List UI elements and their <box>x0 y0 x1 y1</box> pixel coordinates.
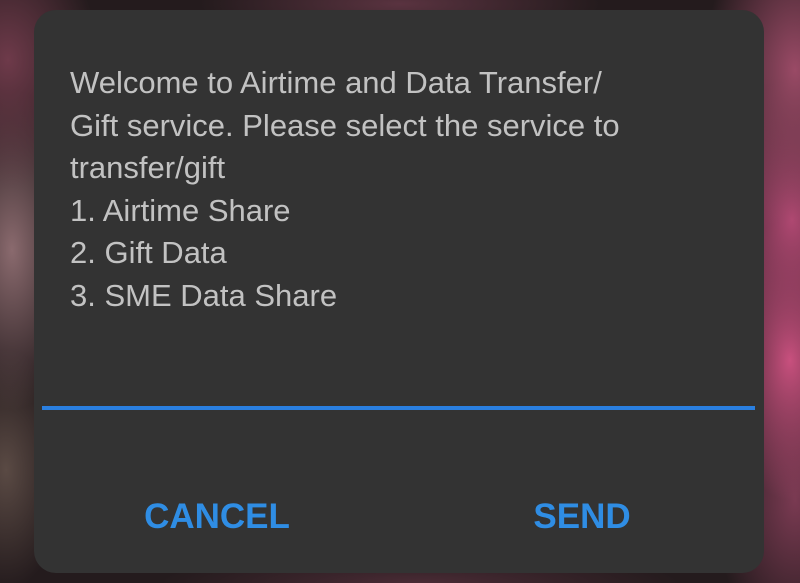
cancel-button[interactable]: CANCEL <box>112 492 322 542</box>
ussd-dialog: Welcome to Airtime and Data Transfer/ Gi… <box>34 10 764 573</box>
ussd-response-input[interactable] <box>42 370 755 410</box>
send-button[interactable]: SEND <box>502 492 662 542</box>
ussd-message: Welcome to Airtime and Data Transfer/ Gi… <box>70 65 620 313</box>
